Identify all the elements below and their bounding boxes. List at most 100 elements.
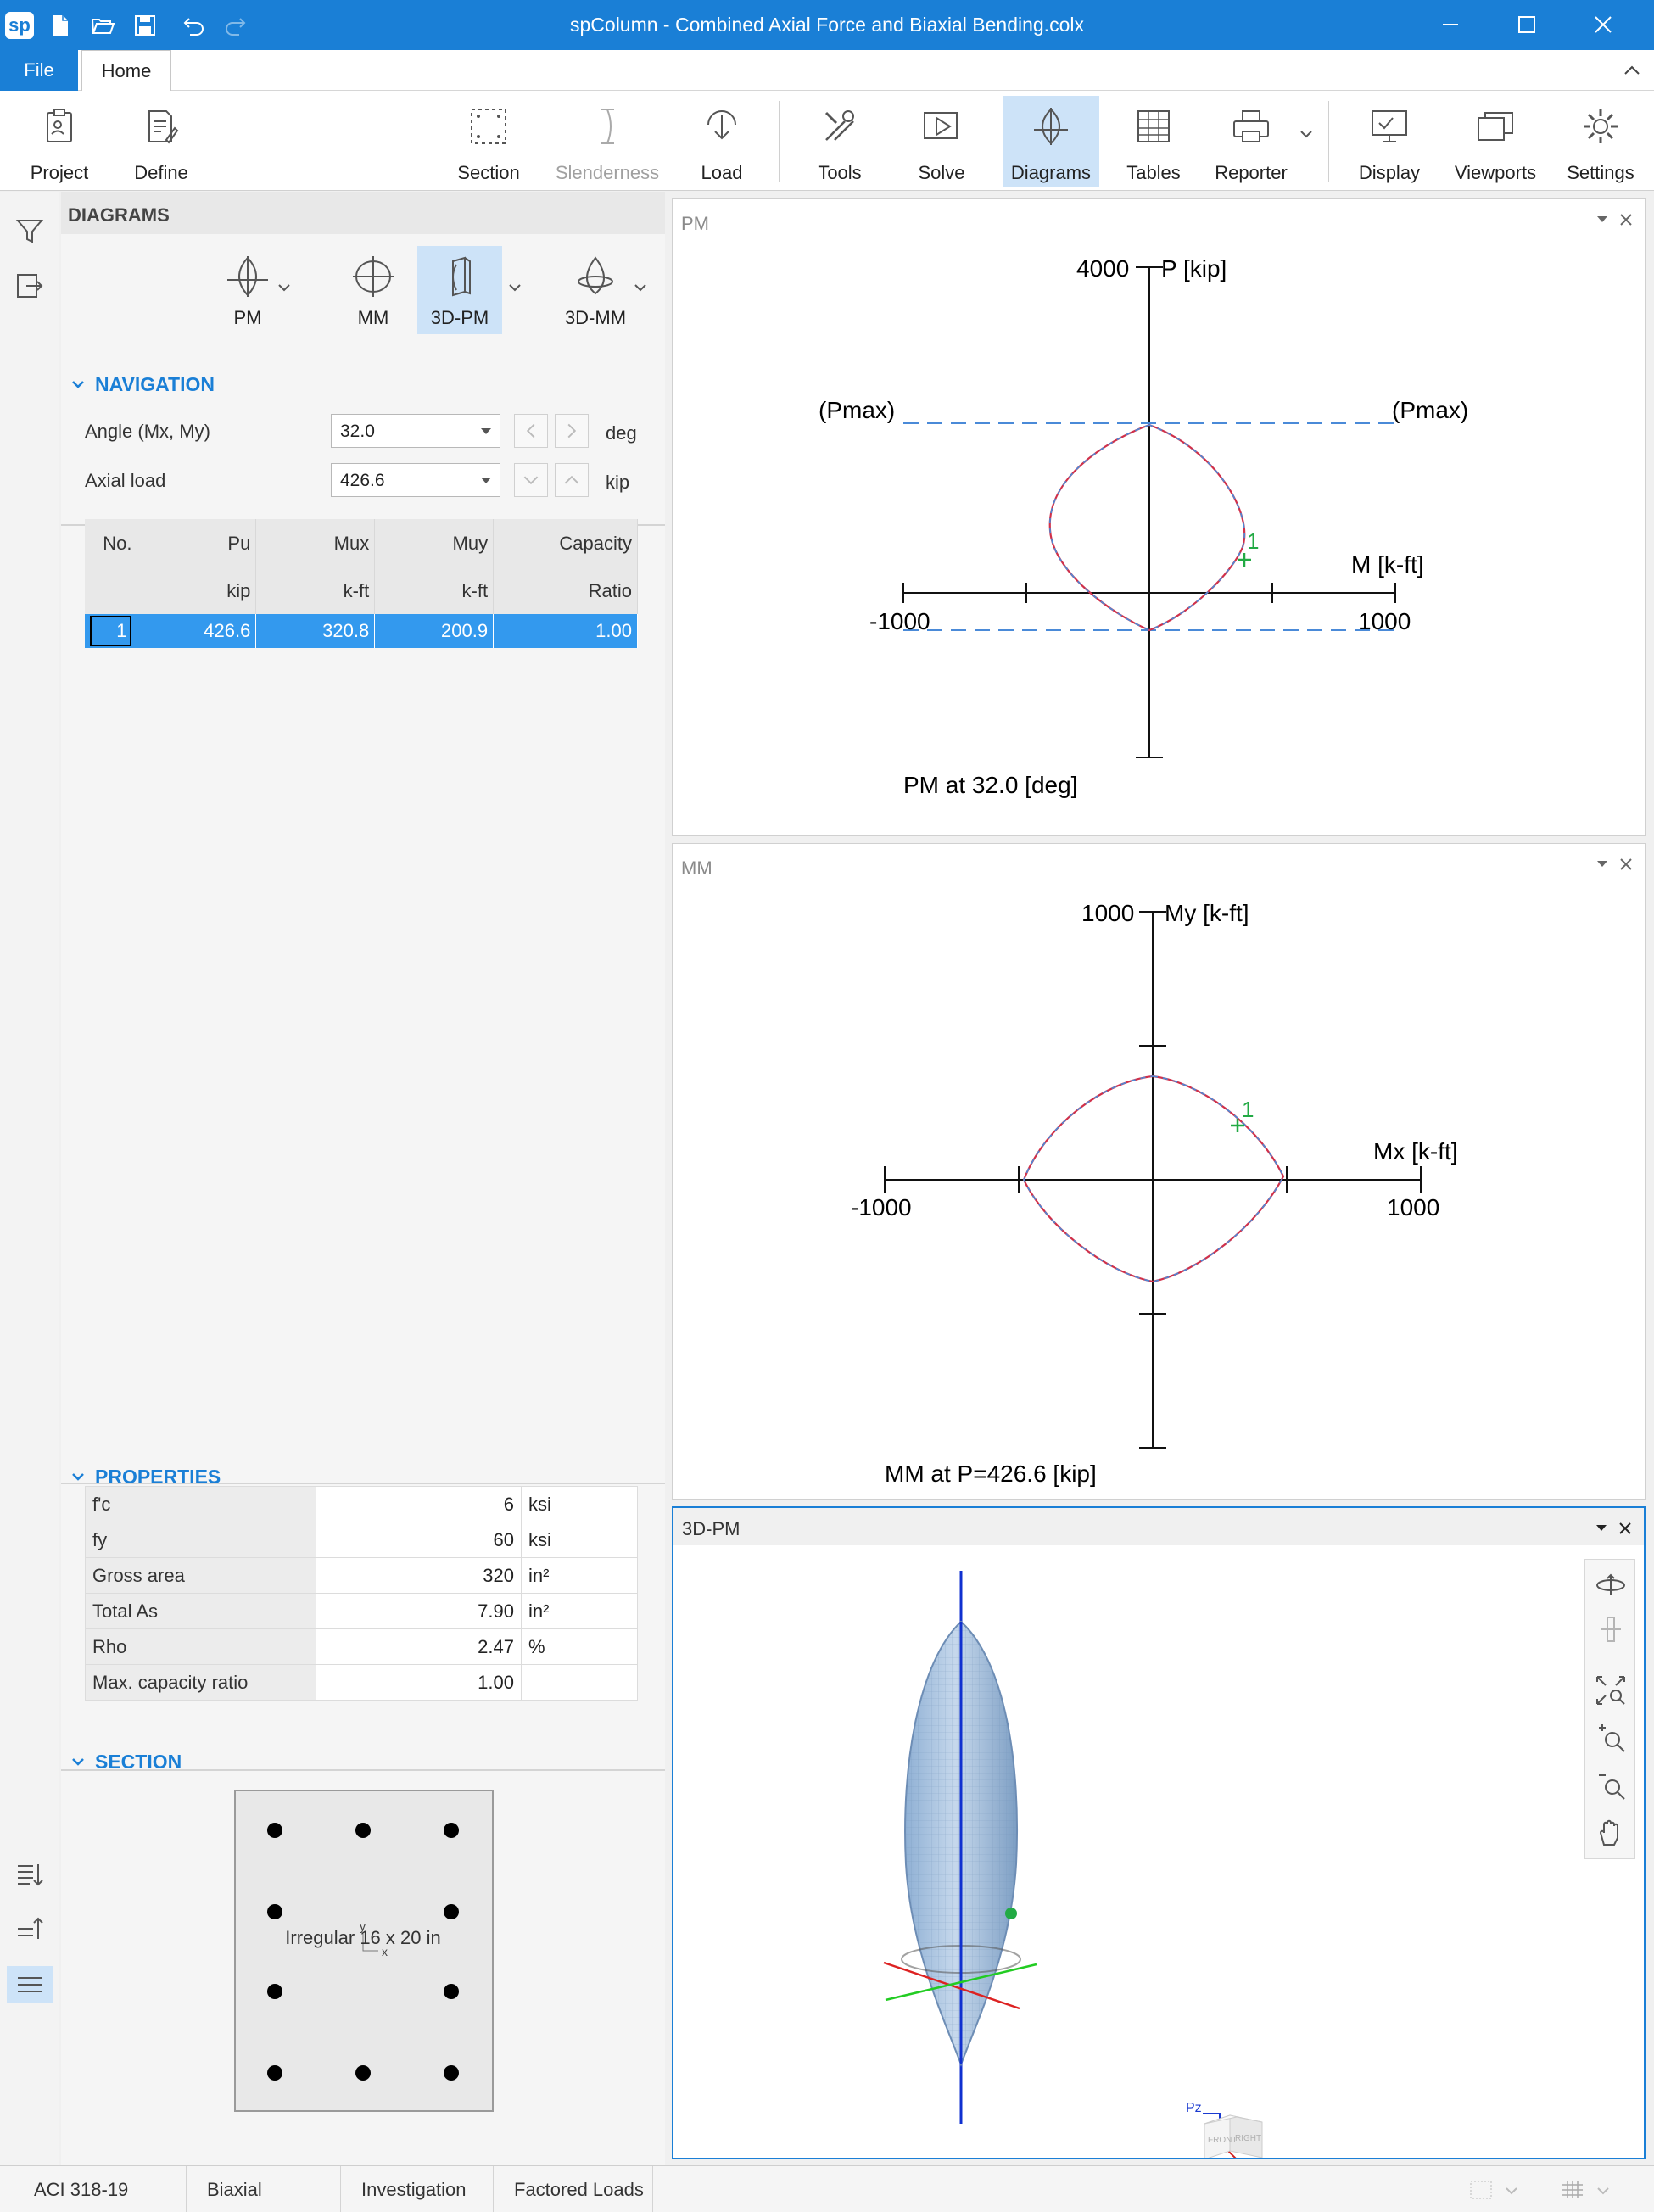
zoom-out-icon[interactable] xyxy=(1594,1768,1628,1802)
properties-section-toggle[interactable]: PROPERTIES xyxy=(71,1466,221,1489)
pm-x-max-label: 1000 xyxy=(1358,608,1411,634)
property-unit: ksi xyxy=(521,1522,638,1558)
diagram-3d-pm-button[interactable]: 3D-PM xyxy=(417,246,502,334)
tables-icon xyxy=(1137,110,1170,142)
property-value: 2.47 xyxy=(316,1628,522,1665)
pm-x-axis-label: M [k-ft] xyxy=(1351,551,1424,578)
tab-file[interactable]: File xyxy=(0,50,78,91)
property-value: 320 xyxy=(316,1557,522,1594)
close-window-button[interactable] xyxy=(1565,0,1641,50)
axial-up-button[interactable] xyxy=(555,463,589,497)
3d-mm-diagram-icon xyxy=(578,256,613,295)
zoom-extents-icon[interactable] xyxy=(1594,1673,1628,1707)
rebar-group xyxy=(267,1823,459,2081)
cell-muy[interactable]: 200.9 xyxy=(374,614,495,648)
rotate-axis-icon[interactable] xyxy=(1594,1612,1628,1646)
pm-caption: PM at 32.0 [deg] xyxy=(903,772,1077,798)
define-button[interactable]: Define xyxy=(120,96,202,187)
cell-mux[interactable]: 320.8 xyxy=(255,614,376,648)
mm-diagram-icon xyxy=(353,256,394,297)
property-value: 7.90 xyxy=(316,1593,522,1629)
maximize-button[interactable] xyxy=(1489,0,1565,50)
settings-button[interactable]: Settings xyxy=(1554,96,1647,187)
cell-no[interactable]: 1 xyxy=(85,614,138,648)
property-unit: % xyxy=(521,1628,638,1665)
angle-prev-button[interactable] xyxy=(514,414,548,448)
3d-mm-dropdown-icon[interactable] xyxy=(631,282,650,295)
sort-up-icon[interactable] xyxy=(14,1913,45,1944)
collapse-ribbon-icon[interactable] xyxy=(1620,59,1644,82)
property-label: Gross area xyxy=(85,1557,316,1594)
rebar xyxy=(444,1904,459,1919)
3d-pm-viewport[interactable]: Pz Mx FRONT RIGHT xyxy=(673,1508,1644,2158)
angle-combo[interactable]: 32.0 xyxy=(331,414,500,448)
project-icon xyxy=(47,109,72,142)
snap-grid-icon[interactable] xyxy=(1469,2180,1528,2200)
rotate-icon[interactable] xyxy=(1594,1568,1628,1602)
viewports-label: Viewports xyxy=(1454,162,1537,183)
pm-pane: PM 1 4000 P [kip] (Pmax) (Pmax) M [k-ft]… xyxy=(672,198,1646,836)
col-header-mux: Mux xyxy=(255,519,376,568)
viewports-button[interactable]: Viewports xyxy=(1447,96,1544,187)
window-title: spColumn - Combined Axial Force and Biax… xyxy=(570,14,1084,36)
list-view-toggle[interactable] xyxy=(7,1966,53,2003)
reporter-dropdown-icon[interactable] xyxy=(1298,128,1315,142)
project-button[interactable]: Project xyxy=(19,96,100,187)
property-unit: in² xyxy=(521,1593,638,1629)
rebar xyxy=(444,2065,459,2081)
solve-button[interactable]: Solve xyxy=(901,96,982,187)
results-table: No. Pu Mux Muy Capacity kip k-ft k-ft Ra… xyxy=(85,519,638,648)
pm-dropdown-icon[interactable] xyxy=(275,282,293,295)
property-label: Rho xyxy=(85,1628,316,1665)
cube-face-right: RIGHT xyxy=(1235,2134,1261,2143)
export-icon[interactable] xyxy=(14,270,45,300)
diagrams-panel: DIAGRAMS PM MM 3D-PM 3D-MM NAVIGATION An… xyxy=(61,192,665,2165)
section-drawing: y x xyxy=(267,1823,459,2081)
property-label: Total As xyxy=(85,1593,316,1629)
3d-pm-dropdown-icon[interactable] xyxy=(506,282,524,295)
section-preview: y x xyxy=(234,1790,494,2112)
filter-icon[interactable] xyxy=(14,215,45,246)
grid-toggle-icon[interactable] xyxy=(1561,2180,1620,2200)
zoom-in-icon[interactable] xyxy=(1594,1721,1628,1755)
col-unit-mux: k-ft xyxy=(255,568,376,614)
cell-capacity[interactable]: 1.00 xyxy=(493,614,638,648)
settings-label: Settings xyxy=(1567,162,1634,183)
property-row: Total As 7.90 in² xyxy=(85,1593,638,1629)
table-row[interactable]: 1 426.6 320.8 200.9 1.00 xyxy=(85,614,638,648)
reporter-label: Reporter xyxy=(1215,162,1288,183)
navigation-section-toggle[interactable]: NAVIGATION xyxy=(71,373,215,396)
load-button[interactable]: Load xyxy=(684,96,760,187)
col-unit-no xyxy=(85,568,138,614)
section-caption: Irregular 16 x 20 in xyxy=(285,1927,441,1948)
pm-y-max-label: 4000 xyxy=(1076,255,1129,282)
tools-button[interactable]: Tools xyxy=(799,96,880,187)
axial-load-label: Axial load xyxy=(85,470,166,491)
axial-down-button[interactable] xyxy=(514,463,548,497)
axial-load-combo[interactable]: 426.6 xyxy=(331,463,500,497)
diagram-pm-label: PM xyxy=(233,307,262,328)
diagrams-button[interactable]: Diagrams xyxy=(1003,96,1099,187)
minimize-button[interactable] xyxy=(1412,0,1489,50)
pan-hand-icon[interactable] xyxy=(1594,1816,1628,1850)
cube-face-front: FRONT xyxy=(1208,2136,1237,2145)
angle-next-button[interactable] xyxy=(555,414,589,448)
diagram-mm-button[interactable]: MM xyxy=(331,246,416,334)
load-label: Load xyxy=(701,162,743,183)
property-label: fy xyxy=(85,1522,316,1558)
display-button[interactable]: Display xyxy=(1347,96,1432,187)
diagrams-icon xyxy=(1034,108,1068,145)
reporter-button[interactable]: Reporter xyxy=(1208,96,1294,187)
section-button[interactable]: Section xyxy=(446,96,531,187)
slenderness-button[interactable]: Slenderness xyxy=(550,96,665,187)
tables-button[interactable]: Tables xyxy=(1113,96,1194,187)
slenderness-label: Slenderness xyxy=(555,162,660,183)
property-unit xyxy=(521,1664,638,1701)
diagram-mm-label: MM xyxy=(357,307,389,328)
tab-home[interactable]: Home xyxy=(81,50,171,92)
rebar xyxy=(355,2065,371,2081)
ribbon: Project Define Section Slenderness Load … xyxy=(0,91,1654,191)
sort-down-icon[interactable] xyxy=(14,1859,45,1890)
cell-pu[interactable]: 426.6 xyxy=(137,614,257,648)
pm-pmax-left-label: (Pmax) xyxy=(819,397,895,423)
